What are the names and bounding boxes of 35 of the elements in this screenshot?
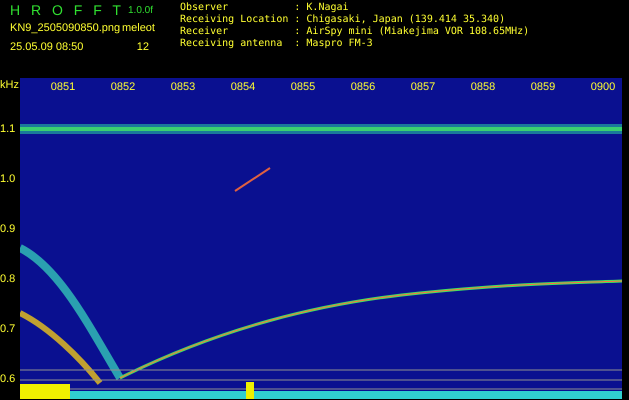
info-label: Receiving Location bbox=[180, 14, 288, 26]
time-label: 0858 bbox=[470, 81, 496, 93]
info-label: Receiver bbox=[180, 26, 230, 38]
info-value: K.Nagai bbox=[306, 2, 350, 14]
time-label: 0855 bbox=[290, 81, 316, 93]
frequency-label: 0.6 bbox=[0, 373, 16, 385]
version-label: 1.0.0f bbox=[128, 4, 154, 16]
time-label: 0851 bbox=[50, 81, 76, 93]
frequency-label: 0.9 bbox=[0, 223, 16, 235]
count-label: 12 bbox=[136, 40, 150, 52]
date-time: 25.05.09 08:50 bbox=[10, 40, 84, 52]
frequency-label: 1.0 bbox=[0, 173, 16, 185]
time-label: 0856 bbox=[350, 81, 376, 93]
axis-unit: kHz bbox=[0, 78, 20, 92]
info-value: Maspro FM-3 bbox=[306, 38, 374, 50]
time-label: 0853 bbox=[170, 81, 196, 93]
time-label: 0852 bbox=[110, 81, 136, 93]
app-title: H R O F F T bbox=[10, 2, 122, 18]
colon-separator: : bbox=[294, 26, 300, 38]
frequency-label: 0.7 bbox=[0, 323, 16, 335]
mode-label: meleot bbox=[122, 22, 155, 34]
info-value: Chigasaki, Japan (139.414 35.340) bbox=[306, 14, 506, 26]
time-label: 0854 bbox=[230, 81, 256, 93]
colon-separator: : bbox=[294, 14, 300, 26]
time-label: 0857 bbox=[410, 81, 436, 93]
file-name: KN9_2505090850.png bbox=[10, 22, 120, 34]
colon-separator: : bbox=[294, 38, 300, 50]
info-label: Observer bbox=[180, 2, 230, 14]
info-label: Receiving antenna bbox=[180, 38, 284, 50]
colon-separator: : bbox=[294, 2, 300, 14]
frequency-label: 1.1 bbox=[0, 123, 16, 135]
time-label: 0859 bbox=[530, 81, 556, 93]
frequency-label: 0.8 bbox=[0, 273, 16, 285]
info-value: AirSpy mini (Miakejima VOR 108.65MHz) bbox=[306, 26, 530, 38]
time-label: 0900 bbox=[590, 81, 616, 93]
